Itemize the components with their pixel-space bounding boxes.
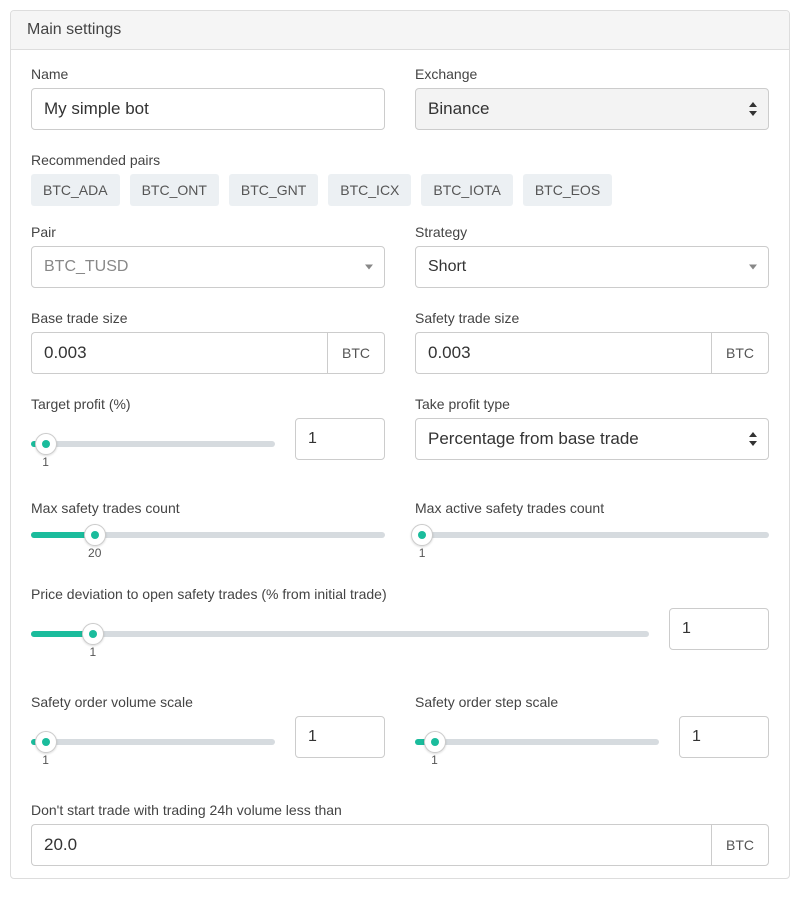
target-profit-input[interactable]: [295, 418, 385, 460]
panel-body: Name Exchange Binance Recommended pairs …: [11, 50, 789, 878]
vol-scale-label: Safety order volume scale: [31, 694, 385, 710]
chip-btc-icx[interactable]: BTC_ICX: [328, 174, 411, 206]
strategy-label: Strategy: [415, 224, 769, 240]
panel-title: Main settings: [11, 11, 789, 50]
updown-icon: [749, 101, 759, 117]
take-profit-type-label: Take profit type: [415, 396, 769, 412]
step-scale-slider[interactable]: [415, 739, 659, 745]
pair-label: Pair: [31, 224, 385, 240]
min-24h-unit: BTC: [711, 824, 769, 866]
price-dev-input[interactable]: [669, 608, 769, 650]
updown-icon: [749, 431, 759, 447]
target-profit-label: Target profit (%): [31, 396, 385, 412]
chip-btc-eos[interactable]: BTC_EOS: [523, 174, 612, 206]
base-trade-unit: BTC: [327, 332, 385, 374]
take-profit-type-value: Percentage from base trade: [428, 429, 639, 449]
chevron-down-icon: [365, 265, 373, 270]
min-24h-input[interactable]: [31, 824, 711, 866]
chip-btc-gnt[interactable]: BTC_GNT: [229, 174, 318, 206]
max-safety-tick: 20: [88, 546, 101, 560]
slider-thumb[interactable]: [424, 731, 446, 753]
max-active-safety-label: Max active safety trades count: [415, 500, 769, 516]
strategy-value: Short: [428, 258, 466, 276]
price-dev-slider[interactable]: [31, 631, 649, 637]
take-profit-type-select[interactable]: Percentage from base trade: [415, 418, 769, 460]
name-input[interactable]: [31, 88, 385, 130]
vol-scale-slider[interactable]: [31, 739, 275, 745]
max-active-safety-slider[interactable]: [415, 532, 769, 538]
recommended-chips: BTC_ADA BTC_ONT BTC_GNT BTC_ICX BTC_IOTA…: [31, 174, 769, 206]
base-trade-label: Base trade size: [31, 310, 385, 326]
chevron-down-icon: [749, 265, 757, 270]
exchange-value: Binance: [428, 99, 489, 119]
min-24h-label: Don't start trade with trading 24h volum…: [31, 802, 769, 818]
chip-btc-iota[interactable]: BTC_IOTA: [421, 174, 512, 206]
vol-scale-tick: 1: [42, 753, 49, 767]
step-scale-label: Safety order step scale: [415, 694, 769, 710]
slider-thumb[interactable]: [84, 524, 106, 546]
main-settings-panel: Main settings Name Exchange Binance Rec: [10, 10, 790, 879]
target-profit-slider[interactable]: [31, 441, 275, 447]
recommended-label: Recommended pairs: [31, 152, 769, 168]
safety-trade-unit: BTC: [711, 332, 769, 374]
exchange-label: Exchange: [415, 66, 769, 82]
chip-btc-ada[interactable]: BTC_ADA: [31, 174, 120, 206]
max-safety-slider[interactable]: [31, 532, 385, 538]
slider-thumb[interactable]: [82, 623, 104, 645]
max-safety-label: Max safety trades count: [31, 500, 385, 516]
pair-value: BTC_TUSD: [44, 258, 128, 276]
name-label: Name: [31, 66, 385, 82]
target-profit-tick: 1: [42, 455, 49, 469]
step-scale-input[interactable]: [679, 716, 769, 758]
max-active-safety-tick: 1: [419, 546, 426, 560]
vol-scale-input[interactable]: [295, 716, 385, 758]
chip-btc-ont[interactable]: BTC_ONT: [130, 174, 219, 206]
safety-trade-input[interactable]: [415, 332, 711, 374]
pair-select[interactable]: BTC_TUSD: [31, 246, 385, 288]
slider-thumb[interactable]: [35, 433, 57, 455]
slider-thumb[interactable]: [35, 731, 57, 753]
step-scale-tick: 1: [431, 753, 438, 767]
slider-thumb[interactable]: [411, 524, 433, 546]
base-trade-input[interactable]: [31, 332, 327, 374]
price-dev-label: Price deviation to open safety trades (%…: [31, 586, 769, 602]
strategy-select[interactable]: Short: [415, 246, 769, 288]
safety-trade-label: Safety trade size: [415, 310, 769, 326]
exchange-select[interactable]: Binance: [415, 88, 769, 130]
price-dev-tick: 1: [89, 645, 96, 659]
